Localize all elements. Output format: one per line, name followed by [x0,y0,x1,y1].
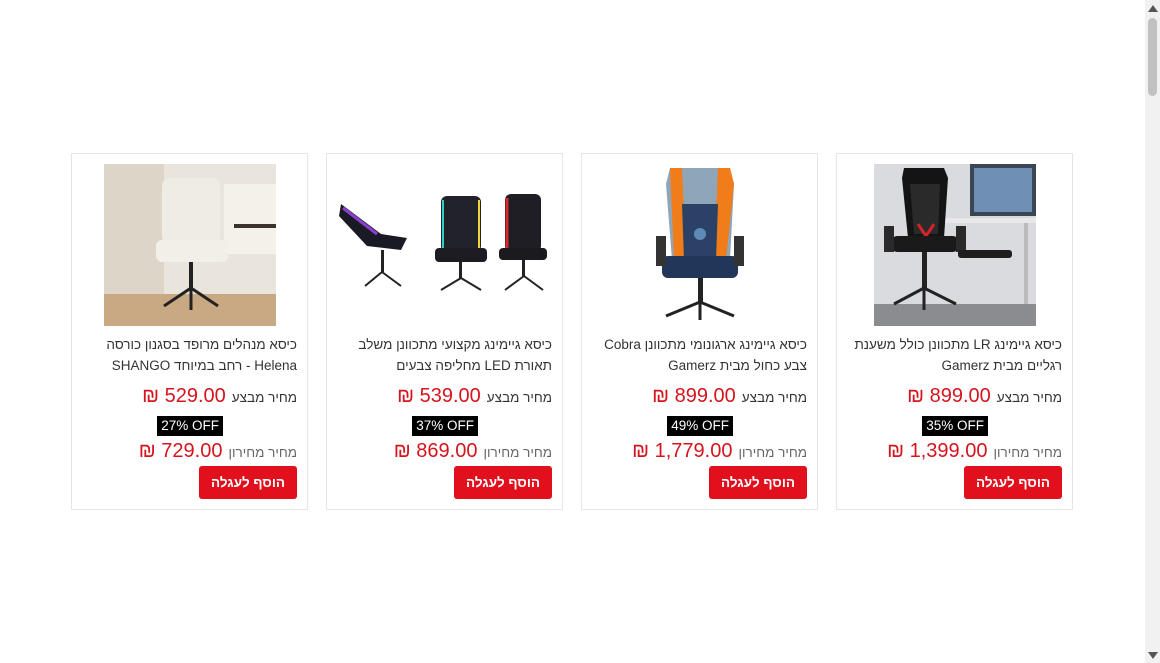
discount-badge: 35% OFF [922,416,988,436]
add-to-cart-button[interactable]: הוסף לעגלה [964,466,1062,499]
product-image[interactable] [592,164,807,326]
list-price: ₪ 1,399.00 [887,440,988,462]
discount-badge: 37% OFF [412,416,478,436]
product-card[interactable]: כיסא גיימינג ארגונומי מתכוונן Cobra צבע … [581,153,818,510]
discount-badge: 49% OFF [667,416,733,436]
product-grid: כיסא מנהלים מרופד בסגנון כורסה Helena - … [71,153,1073,510]
add-to-cart-button[interactable]: הוסף לעגלה [454,466,552,499]
product-title-line1: כיסא גיימינג מקצועי מתכוונן משלב [358,337,552,352]
product-card[interactable]: כיסא גיימינג מקצועי מתכוונן משלב תאורת L… [326,153,563,510]
add-to-cart-button[interactable]: הוסף לעגלה [709,466,807,499]
sale-price-label: מחיר מבצע [741,390,807,405]
scroll-thumb[interactable] [1148,18,1157,96]
list-price: ₪ 729.00 [138,440,223,462]
black-mesh-gaming-chair-image [873,164,1036,326]
list-price: ₪ 1,779.00 [632,440,733,462]
sale-price: ₪ 529.00 [142,385,226,407]
led-gaming-chairs-image [337,190,552,300]
sale-price-label: מחיר מבצע [486,390,552,405]
product-image[interactable] [337,164,552,326]
product-title-line2: רגליים מבית Gamerz [941,358,1062,373]
sale-price-label: מחיר מבצע [996,390,1062,405]
white-office-chair-image [103,164,276,326]
list-price-label: מחיר מחירון [483,445,552,460]
product-card[interactable]: כיסא גיימינג LR מתכוונן כולל משענת רגליי… [836,153,1073,510]
product-title-line1: כיסא גיימינג LR מתכוונן כולל משענת [854,337,1062,352]
product-title[interactable]: כיסא מנהלים מרופד בסגנון כורסה Helena - … [82,334,297,376]
page: כיסא מנהלים מרופד בסגנון כורסה Helena - … [0,0,1160,663]
product-title-line2: תאורת LED מחליפה צבעים [396,358,552,373]
sale-price: ₪ 899.00 [907,385,991,407]
vertical-scrollbar[interactable] [1145,0,1160,663]
add-to-cart-button[interactable]: הוסף לעגלה [199,466,297,499]
product-title-line2: Helena - רחב במיוחד SHANGO [111,358,297,373]
discount-badge: 27% OFF [157,416,223,436]
list-price-label: מחיר מחירון [993,445,1062,460]
scroll-up-arrow-icon[interactable] [1148,5,1158,12]
product-title-line1: כיסא גיימינג ארגונומי מתכוונן Cobra [604,337,807,352]
sale-price-row: מחיר מבצע ₪ 899.00 [652,385,807,408]
list-price-row: מחיר מחירון ₪ 729.00 [139,440,297,463]
product-image[interactable] [82,164,297,326]
sale-price: ₪ 899.00 [652,385,736,407]
list-price-label: מחיר מחירון [738,445,807,460]
sale-price-row: מחיר מבצע ₪ 529.00 [142,385,297,408]
list-price-row: מחיר מחירון ₪ 1,399.00 [887,440,1062,463]
list-price-row: מחיר מחירון ₪ 1,779.00 [632,440,807,463]
product-card[interactable]: כיסא מנהלים מרופד בסגנון כורסה Helena - … [71,153,308,510]
product-title-line1: כיסא מנהלים מרופד בסגנון כורסה [106,337,297,352]
product-title[interactable]: כיסא גיימינג ארגונומי מתכוונן Cobra צבע … [592,334,807,376]
list-price-label: מחיר מחירון [228,445,297,460]
list-price: ₪ 869.00 [393,440,478,462]
sale-price-row: מחיר מבצע ₪ 539.00 [397,385,552,408]
product-title[interactable]: כיסא גיימינג מקצועי מתכוונן משלב תאורת L… [337,334,552,376]
product-image[interactable] [847,164,1062,326]
blue-orange-gaming-chair-image [651,164,748,326]
sale-price: ₪ 539.00 [397,385,481,407]
product-title-line2: צבע כחול מבית Gamerz [668,358,807,373]
scroll-down-arrow-icon[interactable] [1148,652,1158,659]
product-title[interactable]: כיסא גיימינג LR מתכוונן כולל משענת רגליי… [847,334,1062,376]
list-price-row: מחיר מחירון ₪ 869.00 [394,440,552,463]
sale-price-row: מחיר מבצע ₪ 899.00 [907,385,1062,408]
sale-price-label: מחיר מבצע [231,390,297,405]
